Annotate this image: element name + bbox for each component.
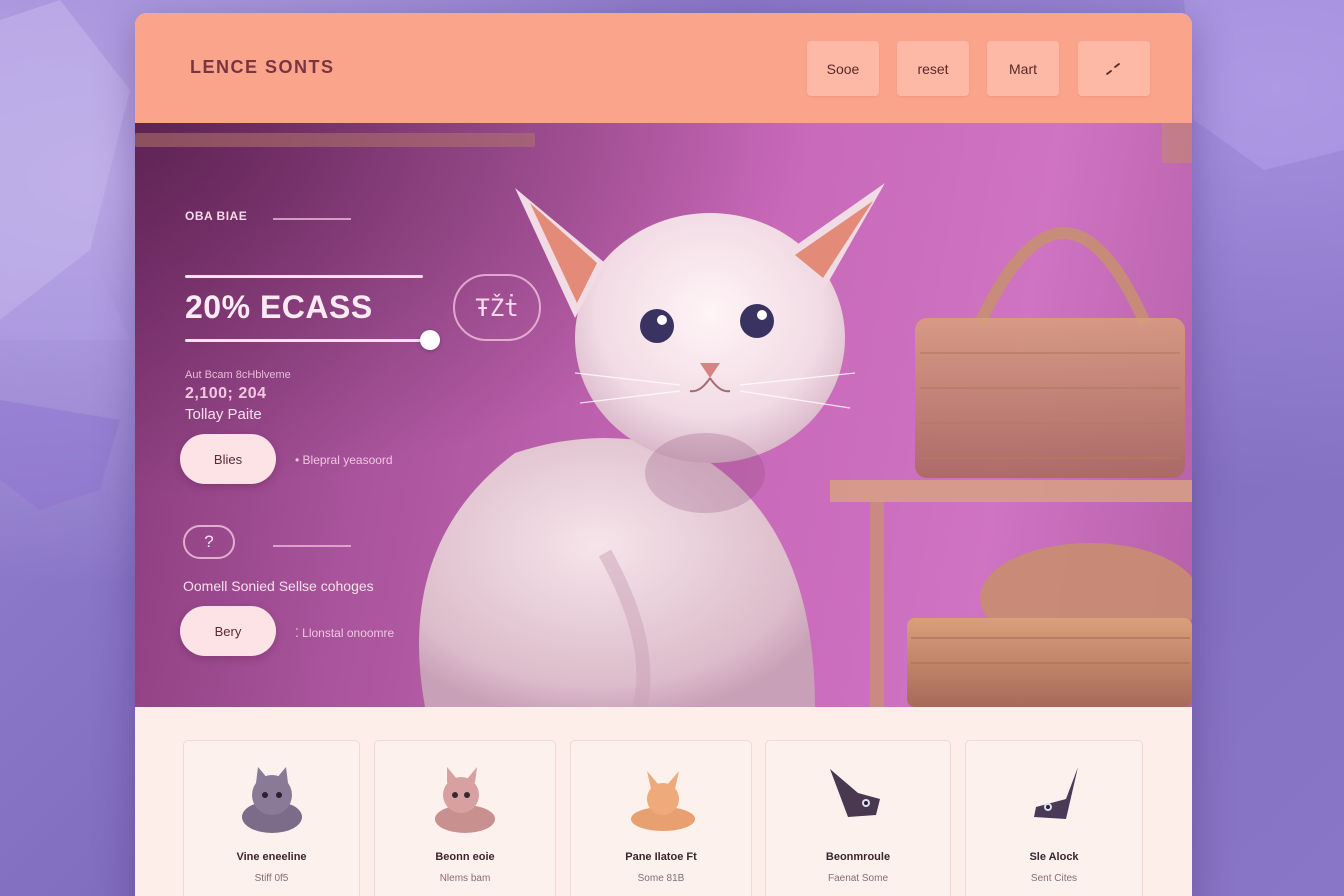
product-card[interactable]: Beonn eoie Nlems bam xyxy=(374,740,556,896)
gray-kitten-icon xyxy=(241,767,302,833)
background-poly-left-low xyxy=(0,400,120,510)
hero-title: 20% ECASS xyxy=(185,289,373,325)
product-name: Vine eneeline xyxy=(236,851,307,863)
hero-meta-label: Aut Bcam 8cHblveme xyxy=(185,369,291,381)
product-price: Nlems bam xyxy=(439,873,491,884)
background-poly-right xyxy=(1184,0,1344,170)
nav-button-sooe[interactable]: Sooe xyxy=(807,41,879,96)
nav-button-mart[interactable]: Mart xyxy=(987,41,1059,96)
secondary-cta-hint: ⁚ Llonstal onoomre xyxy=(295,626,395,640)
dark-kitten-icon xyxy=(1034,767,1078,819)
hero-section-label: Tollay Paite xyxy=(185,406,262,423)
product-name: Pane Ilatoe Ft xyxy=(625,851,697,863)
product-grid: Vine eneeline Stiff 0f5 Beonn eoie Nlems… xyxy=(135,707,1192,896)
product-card[interactable]: Sle Alock Sent Cites xyxy=(965,740,1143,896)
product-card[interactable]: Vine eneeline Stiff 0f5 xyxy=(183,740,360,896)
help-button[interactable]: ? xyxy=(183,525,235,559)
shelf-decoration-right xyxy=(1162,123,1192,163)
product-card[interactable]: Beonmroule Faenat Some xyxy=(765,740,951,896)
primary-cta-button[interactable]: Blies xyxy=(180,434,276,484)
title-rule xyxy=(185,275,423,278)
secondary-cta-button[interactable]: Bery xyxy=(180,606,276,656)
background-poly-left xyxy=(0,0,130,340)
product-name: Beonn eoie xyxy=(435,851,495,863)
kicker-divider xyxy=(273,218,351,220)
hero-meta-value: 2,100; 204 xyxy=(185,385,267,402)
orange-kitten-icon xyxy=(631,771,695,831)
primary-cta-hint: • Blepral yeasoord xyxy=(295,453,393,467)
product-price: Faenat Some xyxy=(827,873,889,884)
hero-kicker: OBA BIAE xyxy=(185,209,248,223)
nav-button-menu[interactable] xyxy=(1078,41,1150,96)
shelf-decoration xyxy=(135,133,535,147)
hero-banner: OBA BIAE 20% ECASS ŦŽṫ Aut Bcam 8cHblvem… xyxy=(135,123,1192,707)
top-header: LENCE SONTS Sooe reset Mart xyxy=(135,13,1192,123)
pen-icon xyxy=(1106,62,1120,75)
product-price: Some 81B xyxy=(637,873,685,884)
discount-slider-track[interactable] xyxy=(185,339,431,342)
brand-logo-text[interactable]: LENCE SONTS xyxy=(190,57,335,78)
hero-section-label-2: Oomell Sonied Sellse cohoges xyxy=(183,578,374,594)
product-card[interactable]: Pane Ilatoe Ft Some 81B xyxy=(570,740,752,896)
tabby-kitten-icon xyxy=(435,767,495,833)
discount-slider-thumb[interactable] xyxy=(420,330,440,350)
hero-badge[interactable]: ŦŽṫ xyxy=(453,274,541,341)
product-price: Sent Cites xyxy=(1030,873,1078,884)
app-window: LENCE SONTS Sooe reset Mart OBA BIAE 20%… xyxy=(135,13,1192,896)
dark-kitten-icon xyxy=(830,769,880,817)
product-price: Stiff 0f5 xyxy=(254,873,289,884)
product-name: Sle Alock xyxy=(1029,851,1079,863)
nav-button-reset[interactable]: reset xyxy=(897,41,969,96)
product-name: Beonmroule xyxy=(825,851,891,863)
help-divider xyxy=(273,545,351,547)
hero-shade xyxy=(135,123,1192,707)
